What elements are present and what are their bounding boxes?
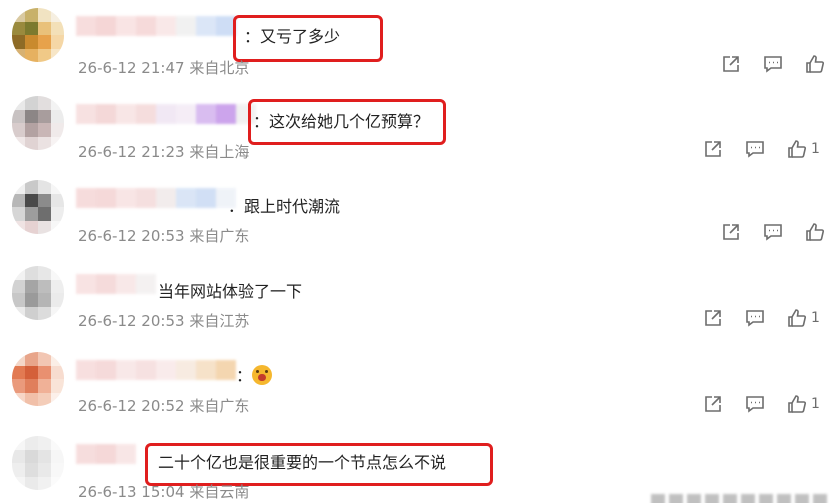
avatar[interactable] [12, 8, 64, 62]
comment-text: ．跟上时代潮流 [228, 197, 341, 216]
thumbs-up-icon [788, 309, 807, 327]
comment-button[interactable] [763, 222, 783, 242]
share-button[interactable] [703, 394, 723, 414]
thumbs-up-icon [788, 140, 807, 158]
like-button[interactable]: 1 [787, 139, 820, 159]
comment-text: ： [236, 365, 273, 387]
like-button[interactable] [805, 222, 829, 242]
comment-item: 二十个亿也是很重要的一个节点怎么不说 26-6-13 15:04 来自云南 [0, 432, 835, 503]
comment-location: 来自江苏 [189, 312, 250, 330]
comment-icon [746, 396, 764, 413]
username-blurred[interactable] [76, 360, 236, 380]
like-button[interactable]: 1 [787, 308, 820, 328]
comment-time: 26-6-12 21:47 [78, 59, 185, 77]
comment-meta: 26-6-13 15:04 来自云南 [78, 482, 249, 502]
share-icon [705, 396, 721, 412]
share-button[interactable] [721, 222, 741, 242]
comment-icon [764, 224, 782, 241]
comment-icon [746, 141, 764, 158]
red-highlight-box [145, 443, 493, 486]
comment-location: 来自北京 [189, 59, 250, 77]
avatar[interactable] [12, 352, 64, 406]
avatar[interactable] [12, 436, 64, 490]
thumbs-up-icon [806, 55, 825, 73]
avatar[interactable] [12, 96, 64, 150]
comment-actions [721, 222, 829, 242]
comment-text: 当年网站体验了一下 [158, 282, 303, 301]
like-count: 1 [811, 396, 820, 412]
surprised-emoji [252, 365, 273, 385]
comment-button[interactable] [745, 394, 765, 414]
comment-item: ：这次给她几个亿预算？ 26-6-12 21:23 来自上海 1 [0, 92, 835, 176]
share-icon [723, 56, 739, 72]
like-count: 1 [811, 310, 820, 326]
red-highlight-box [248, 99, 446, 145]
like-count: 1 [811, 141, 820, 157]
comment-meta: 26-6-12 20:52 来自广东 [78, 396, 249, 416]
like-button[interactable] [805, 54, 829, 74]
comment-item: 当年网站体验了一下 26-6-12 20:53 来自江苏 1 [0, 262, 835, 346]
comment-time: 26-6-12 20:53 [78, 312, 185, 330]
comment-actions: 1 [703, 308, 820, 328]
comment-meta: 26-6-12 21:23 来自上海 [78, 142, 249, 162]
username-blurred[interactable] [76, 16, 236, 36]
comment-button[interactable] [763, 54, 783, 74]
username-blurred[interactable] [76, 104, 256, 124]
comment-time: 26-6-12 20:53 [78, 227, 185, 245]
comment-list: ：又亏了多少 26-6-12 21:47 来自北京 ：这次给她几个亿预算？ 26… [0, 0, 835, 503]
thumbs-up-icon [806, 223, 825, 241]
comment-time: 26-6-12 20:52 [78, 397, 185, 415]
red-highlight-box [233, 15, 383, 62]
share-icon [705, 310, 721, 326]
comment-meta: 26-6-12 20:53 来自广东 [78, 226, 249, 246]
comment-actions: 1 [703, 394, 820, 414]
comment-time: 26-6-12 21:23 [78, 143, 185, 161]
share-icon [705, 141, 721, 157]
comment-time: 26-6-13 15:04 [78, 483, 185, 501]
share-button[interactable] [721, 54, 741, 74]
avatar[interactable] [12, 180, 64, 234]
comment-text-prefix: ： [236, 366, 253, 385]
comment-location: 来自上海 [189, 143, 250, 161]
comment-button[interactable] [745, 308, 765, 328]
comment-icon [746, 310, 764, 327]
comment-icon [764, 56, 782, 73]
comment-item: ： 26-6-12 20:52 来自广东 1 [0, 348, 835, 432]
username-blurred[interactable] [76, 444, 136, 464]
like-button[interactable]: 1 [787, 394, 820, 414]
comment-meta: 26-6-12 21:47 来自北京 [78, 58, 249, 78]
comment-button[interactable] [745, 139, 765, 159]
comment-item: ：又亏了多少 26-6-12 21:47 来自北京 [0, 4, 835, 88]
comment-location: 来自云南 [189, 483, 250, 501]
comment-actions: 1 [703, 139, 820, 159]
username-blurred[interactable] [76, 274, 156, 294]
share-icon [723, 224, 739, 240]
watermark-blurred [651, 494, 827, 503]
share-button[interactable] [703, 139, 723, 159]
share-button[interactable] [703, 308, 723, 328]
comment-item: ．跟上时代潮流 26-6-12 20:53 来自广东 [0, 176, 835, 260]
comment-meta: 26-6-12 20:53 来自江苏 [78, 311, 249, 331]
comment-location: 来自广东 [189, 227, 250, 245]
comment-actions [721, 54, 829, 74]
comment-location: 来自广东 [189, 397, 250, 415]
username-blurred[interactable] [76, 188, 236, 208]
avatar[interactable] [12, 266, 64, 320]
thumbs-up-icon [788, 395, 807, 413]
